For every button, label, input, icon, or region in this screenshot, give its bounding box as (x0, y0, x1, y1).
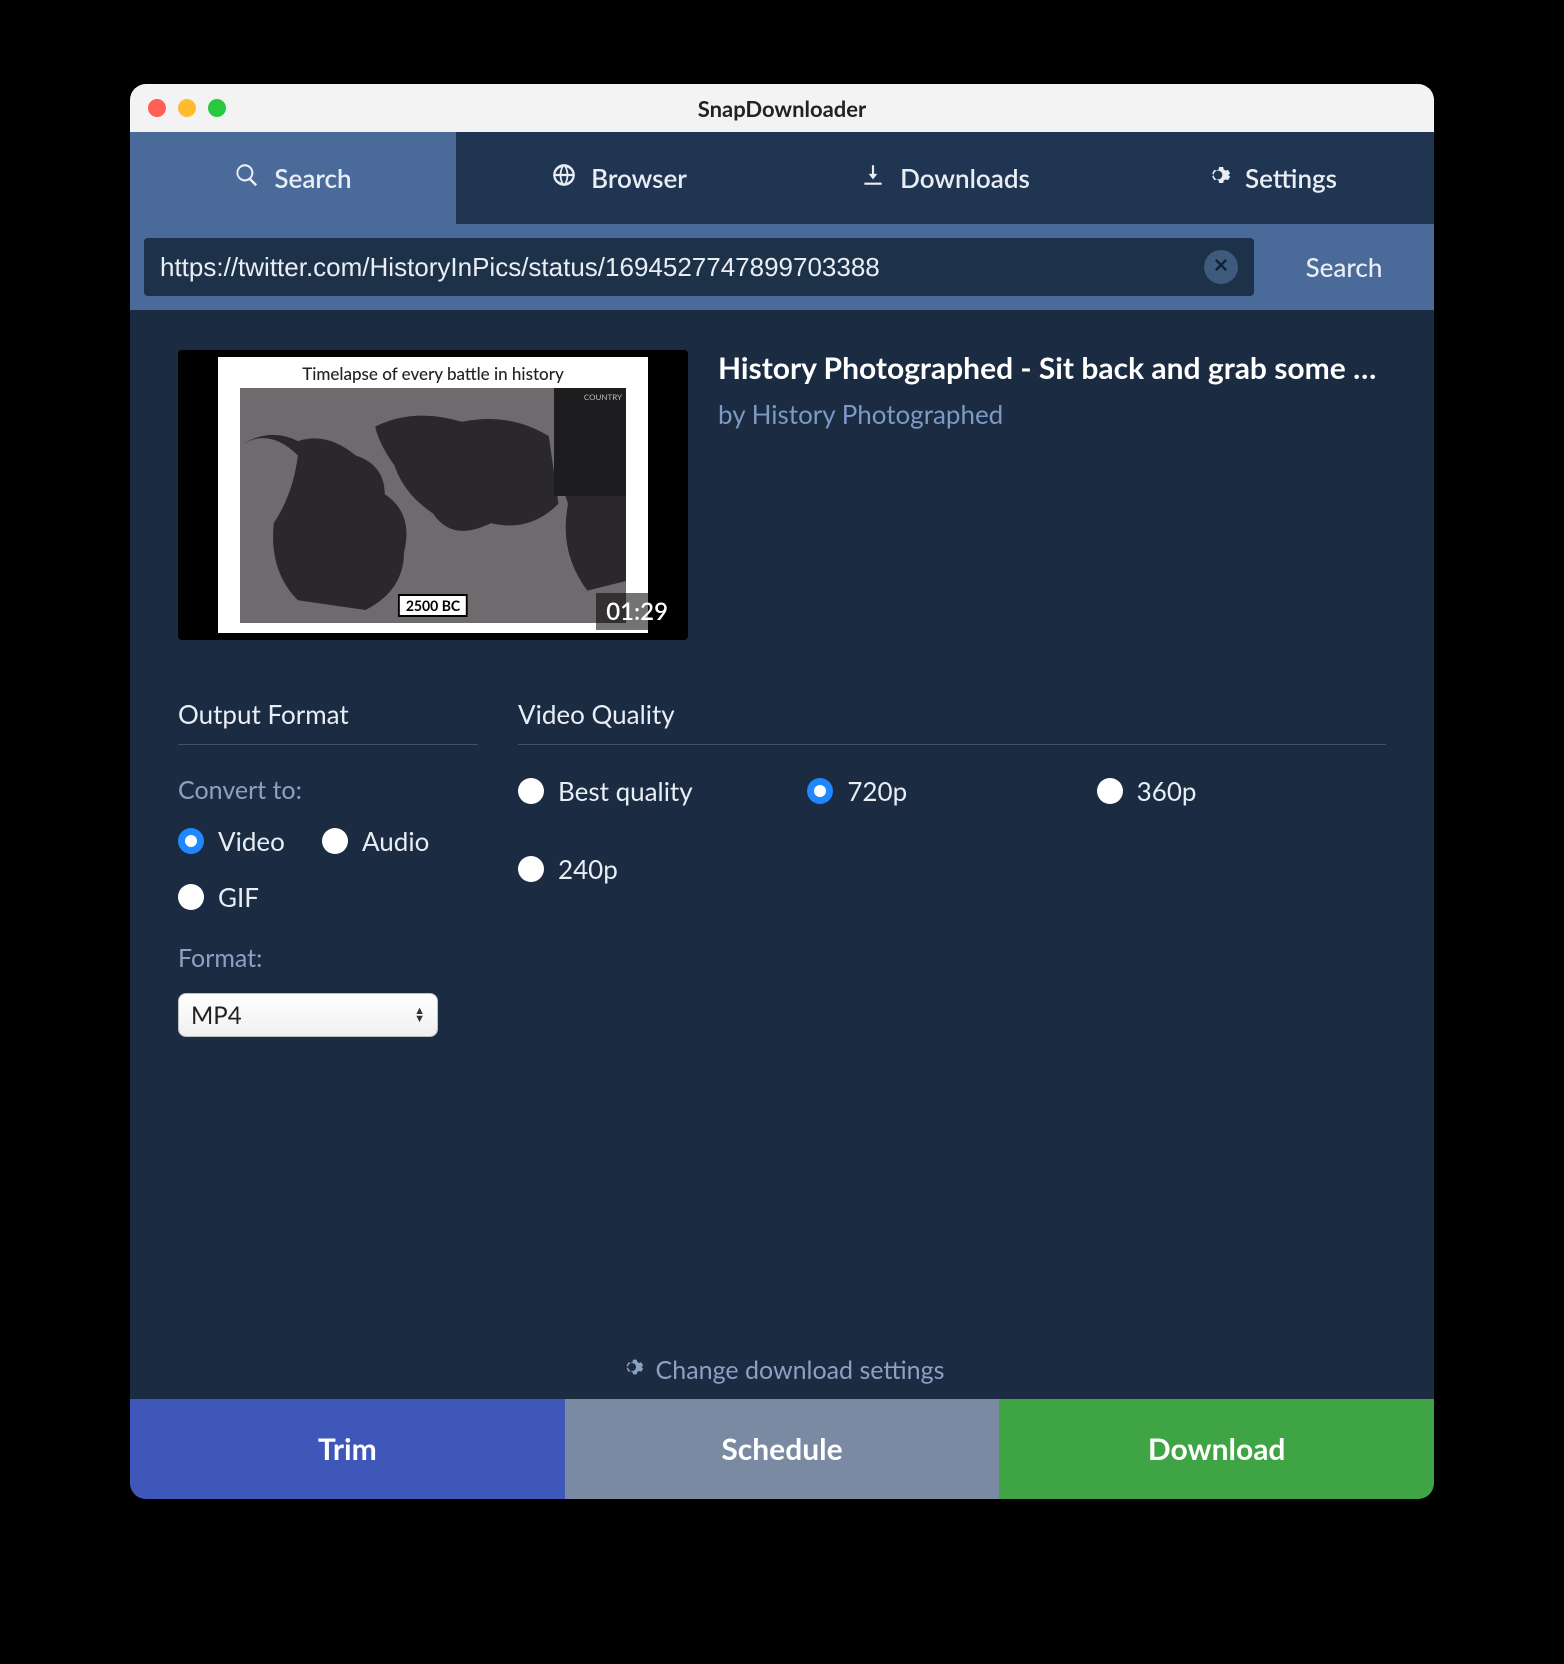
thumbnail-map: COUNTRY 2500 BC (240, 388, 626, 623)
tab-downloads[interactable]: Downloads (782, 132, 1108, 224)
convert-options: Video Audio GIF (178, 825, 478, 925)
video-title: History Photographed - Sit back and grab… (718, 350, 1386, 386)
convert-option-video[interactable]: Video (178, 825, 298, 857)
convert-option-audio[interactable]: Audio (322, 825, 442, 857)
convert-to-label: Convert to: (178, 775, 478, 805)
tab-label: Browser (591, 162, 687, 194)
radio-indicator (518, 778, 544, 804)
radio-indicator (178, 828, 204, 854)
search-bar: Search (130, 224, 1434, 310)
quality-option-720p[interactable]: 720p (807, 775, 1096, 807)
radio-label: GIF (218, 881, 259, 913)
tab-search[interactable]: Search (130, 132, 456, 224)
app-window: SnapDownloader Search Browser Downloads … (130, 84, 1434, 1499)
format-label: Format: (178, 943, 478, 973)
video-metadata: History Photographed - Sit back and grab… (718, 350, 1386, 640)
video-quality-heading: Video Quality (518, 698, 1386, 745)
chevron-up-down-icon: ▲▼ (414, 1007, 425, 1023)
gear-icon (620, 1355, 644, 1385)
radio-label: 720p (847, 775, 907, 807)
video-thumbnail[interactable]: Timelapse of every battle in history COU… (178, 350, 688, 640)
radio-label: 360p (1137, 775, 1197, 807)
thumbnail-year-tag: 2500 BC (398, 594, 468, 617)
output-format-panel: Output Format Convert to: Video Audio GI… (178, 698, 478, 1037)
output-format-heading: Output Format (178, 698, 478, 745)
schedule-button[interactable]: Schedule (565, 1399, 1000, 1499)
change-download-settings-link[interactable]: Change download settings (130, 1355, 1434, 1385)
thumbnail-corner-label: COUNTRY (554, 388, 626, 496)
quality-option-360p[interactable]: 360p (1097, 775, 1386, 807)
action-bar: Trim Schedule Download (130, 1399, 1434, 1499)
search-button[interactable]: Search (1254, 224, 1434, 310)
url-input[interactable] (160, 252, 1192, 283)
window-title: SnapDownloader (130, 95, 1434, 122)
main-tabs: Search Browser Downloads Settings (130, 132, 1434, 224)
download-button[interactable]: Download (999, 1399, 1434, 1499)
quality-options: Best quality 720p 360p 240p (518, 775, 1386, 907)
radio-indicator (807, 778, 833, 804)
content-area: Timelapse of every battle in history COU… (130, 310, 1434, 1037)
search-icon (234, 162, 260, 194)
gear-icon (1205, 162, 1231, 194)
tab-browser[interactable]: Browser (456, 132, 782, 224)
video-quality-panel: Video Quality Best quality 720p 360p (518, 698, 1386, 1037)
thumbnail-caption: Timelapse of every battle in history (218, 357, 648, 388)
format-selected-value: MP4 (191, 1001, 242, 1030)
globe-icon (551, 162, 577, 194)
radio-indicator (322, 828, 348, 854)
video-duration: 01:29 (596, 593, 678, 630)
radio-indicator (178, 884, 204, 910)
download-icon (860, 162, 886, 194)
convert-option-gif[interactable]: GIF (178, 881, 298, 913)
format-select[interactable]: MP4 ▲▼ (178, 993, 438, 1037)
trim-button[interactable]: Trim (130, 1399, 565, 1499)
titlebar: SnapDownloader (130, 84, 1434, 132)
tab-label: Search (274, 162, 351, 194)
thumbnail-image: Timelapse of every battle in history COU… (218, 357, 648, 633)
url-input-container (144, 238, 1254, 296)
video-preview-row: Timelapse of every battle in history COU… (178, 350, 1386, 640)
button-label: Download (1148, 1431, 1286, 1467)
radio-indicator (518, 856, 544, 882)
button-label: Schedule (721, 1431, 842, 1467)
button-label: Trim (318, 1431, 377, 1467)
options-row: Output Format Convert to: Video Audio GI… (178, 698, 1386, 1037)
radio-label: Best quality (558, 775, 693, 807)
quality-option-240p[interactable]: 240p (518, 853, 807, 885)
change-settings-label: Change download settings (656, 1355, 945, 1385)
close-icon (1212, 256, 1230, 278)
radio-label: Video (218, 825, 285, 857)
radio-label: 240p (558, 853, 618, 885)
quality-option-best[interactable]: Best quality (518, 775, 807, 807)
tab-settings[interactable]: Settings (1108, 132, 1434, 224)
tab-label: Settings (1245, 162, 1337, 194)
tab-label: Downloads (900, 162, 1030, 194)
video-author: by History Photographed (718, 398, 1386, 430)
clear-input-button[interactable] (1204, 250, 1238, 284)
radio-label: Audio (362, 825, 429, 857)
search-button-label: Search (1306, 251, 1383, 283)
radio-indicator (1097, 778, 1123, 804)
